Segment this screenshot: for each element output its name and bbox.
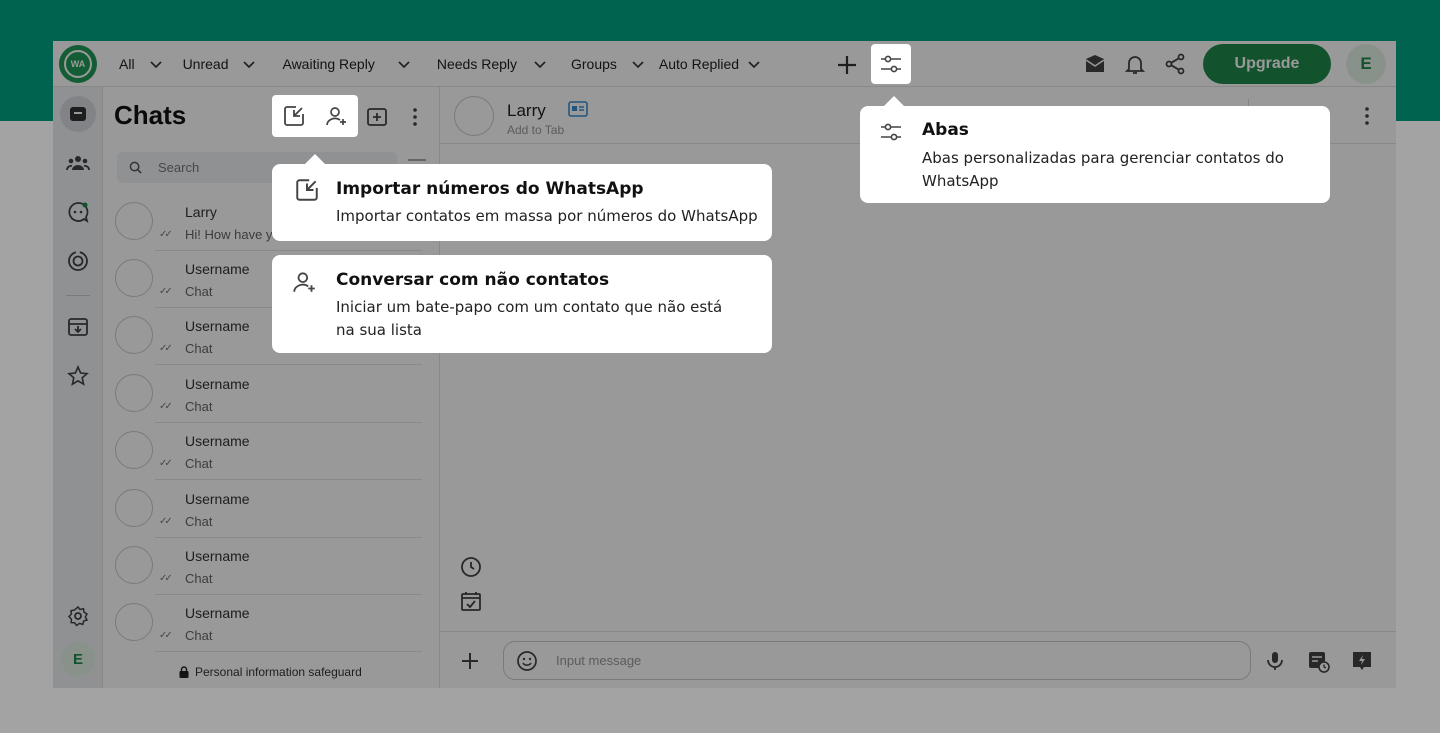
tooltip-description: Abas personalizadas para gerenciar conta… bbox=[922, 149, 1284, 190]
tooltip-title: Importar números do WhatsApp bbox=[336, 179, 644, 199]
tooltip-arrow bbox=[884, 96, 904, 106]
tab-settings-button[interactable] bbox=[871, 44, 911, 84]
tooltip-tabs: Abas Abas personalizadas para gerenciar … bbox=[860, 106, 1330, 203]
chat-list-actions bbox=[272, 95, 358, 137]
tooltip-description: Importar contatos em massa por números d… bbox=[336, 207, 758, 225]
tooltip-title: Conversar com não contatos bbox=[336, 270, 610, 290]
import-numbers-icon[interactable] bbox=[282, 104, 306, 128]
tooltip-import: Importar números do WhatsApp Importar co… bbox=[272, 164, 772, 241]
sliders-icon bbox=[881, 123, 901, 141]
tooltip-description: Iniciar um bate-papo com um contato que … bbox=[336, 298, 723, 339]
sliders-icon bbox=[881, 55, 901, 73]
tooltip-non-contact: Conversar com não contatos Iniciar um ba… bbox=[272, 255, 772, 353]
import-numbers-icon bbox=[296, 179, 318, 201]
add-contact-icon bbox=[293, 272, 315, 292]
tooltip-arrow bbox=[305, 154, 325, 164]
tooltip-title: Abas bbox=[922, 120, 969, 140]
add-contact-icon[interactable] bbox=[325, 104, 349, 128]
